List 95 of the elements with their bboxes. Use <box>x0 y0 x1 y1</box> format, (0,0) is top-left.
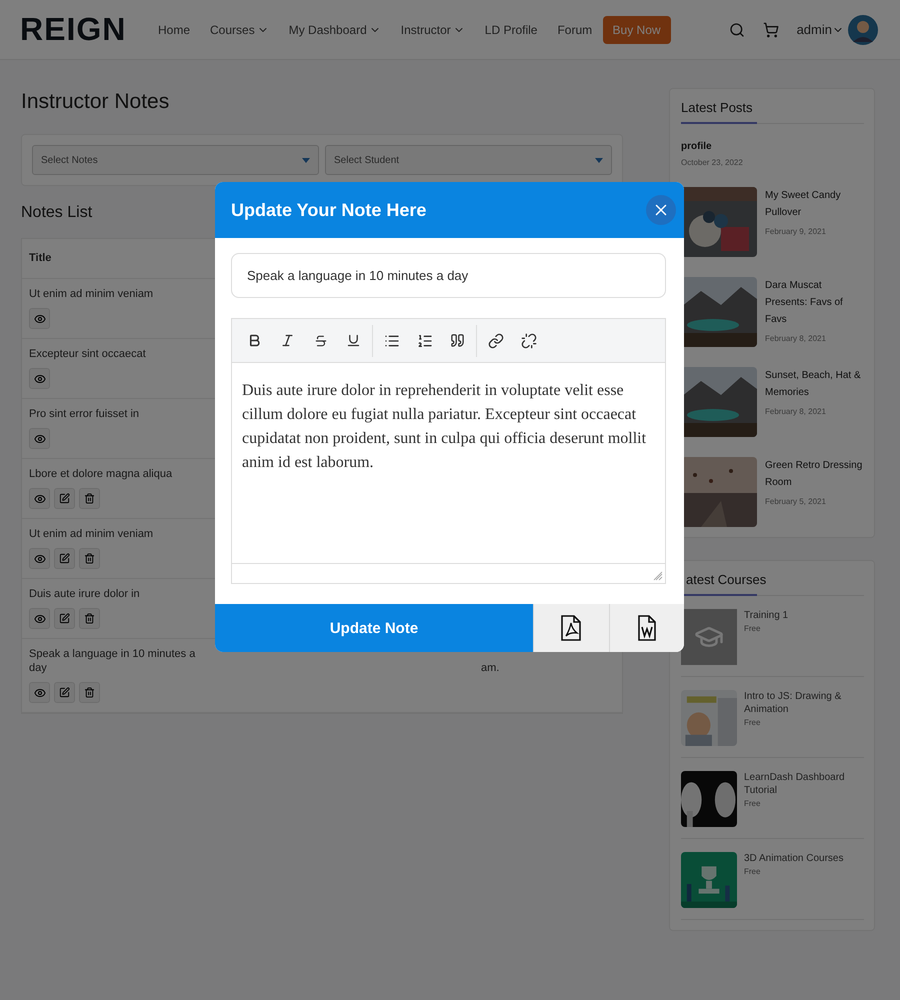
word-button[interactable] <box>608 604 684 652</box>
note-title: Ut enim ad minim veniam <box>29 527 154 541</box>
bold-icon <box>247 333 262 348</box>
pen-icon <box>59 493 70 504</box>
pen-icon <box>59 687 70 698</box>
edit-button[interactable] <box>54 682 75 703</box>
trash-icon <box>84 613 95 624</box>
nav-link[interactable]: Instructor <box>400 22 465 36</box>
trash-icon <box>84 553 95 564</box>
numbered-list-icon <box>416 332 432 348</box>
post-date: February 5, 2021 <box>765 497 827 506</box>
note-title: Lbore et dolore magna aliqua <box>29 467 174 481</box>
note-title: Pro sint error fuisset in <box>29 407 140 421</box>
bullet-list-icon <box>384 332 400 348</box>
modal-title: Update Your Note Here <box>231 200 426 220</box>
eye-icon <box>34 372 46 384</box>
view-button[interactable] <box>29 682 50 703</box>
note-title: Speak a language in 10 minutes a day <box>29 647 196 675</box>
post-date: February 9, 2021 <box>765 227 827 236</box>
broken-link-icon <box>520 332 536 348</box>
view-button[interactable] <box>29 368 50 389</box>
nav-link[interactable]: My Dashboard <box>288 22 381 36</box>
title-input[interactable]: Speak a language in 10 minutes a day <box>231 253 666 298</box>
post-title[interactable]: Green Retro Dressing Room <box>765 457 864 491</box>
eye-icon <box>34 492 46 504</box>
delete-button[interactable] <box>79 682 100 703</box>
post-title[interactable]: profile <box>681 141 864 152</box>
link-icon <box>488 332 504 348</box>
course-title[interactable]: Intro to JS: Drawing & Animation <box>744 690 864 716</box>
italic-icon <box>280 333 295 348</box>
close-button[interactable] <box>646 195 676 225</box>
resize-grip-icon[interactable] <box>653 571 663 581</box>
buy-now-button[interactable]: Buy Now <box>602 16 671 44</box>
post-title[interactable]: Sunset, Beach, Hat & Memories <box>765 367 864 401</box>
search-icon[interactable] <box>728 22 745 38</box>
delete-button[interactable] <box>79 608 100 629</box>
caret-icon <box>595 158 603 162</box>
page-title: Instructor Notes <box>21 90 170 114</box>
nav-link[interactable]: Forum <box>557 22 592 36</box>
course-price: Free <box>744 799 762 808</box>
select-field[interactable]: Select Notes <box>32 145 319 175</box>
quote-icon <box>450 333 465 348</box>
course-title[interactable]: LearnDash Dashboard Tutorial <box>744 771 864 797</box>
note-title: Excepteur sint occaecat <box>29 347 147 361</box>
nav-link[interactable]: Home <box>158 22 190 36</box>
edit-button[interactable] <box>54 608 75 629</box>
update-note-button[interactable]: Update Note <box>215 604 533 652</box>
post-title[interactable]: Dara Muscat Presents: Favs of Favs <box>765 277 864 328</box>
cart-icon[interactable] <box>762 22 779 38</box>
pdf-button[interactable] <box>533 604 608 652</box>
post-date: February 8, 2021 <box>765 407 827 416</box>
select-field[interactable]: Select Student <box>325 145 612 175</box>
post-title[interactable]: My Sweet Candy Pullover <box>765 187 864 221</box>
delete-button[interactable] <box>79 488 100 509</box>
widget-title: atest Courses <box>686 572 766 587</box>
pdf-file-icon <box>560 615 582 641</box>
course-title[interactable]: 3D Animation Courses <box>744 852 844 865</box>
table-cell-text: am. <box>481 661 500 676</box>
nav-link[interactable]: LD Profile <box>484 22 538 36</box>
eye-icon <box>34 686 46 698</box>
delete-button[interactable] <box>79 548 100 569</box>
caret-icon <box>302 158 310 162</box>
view-button[interactable] <box>29 428 50 449</box>
view-button[interactable] <box>29 608 50 629</box>
eye-icon <box>34 552 46 564</box>
pen-icon <box>59 613 70 624</box>
post-date: February 8, 2021 <box>765 334 827 343</box>
course-price: Free <box>744 718 762 727</box>
edit-button[interactable] <box>54 488 75 509</box>
edit-button[interactable] <box>54 548 75 569</box>
trash-icon <box>84 493 95 504</box>
strikethrough-icon <box>314 334 328 348</box>
underline-icon <box>346 333 361 348</box>
pen-icon <box>59 553 70 564</box>
section-title: Notes List <box>21 204 92 222</box>
eye-icon <box>34 432 46 444</box>
word-file-icon <box>636 615 657 641</box>
avatar[interactable] <box>848 14 878 44</box>
post-date: October 23, 2022 <box>681 158 744 167</box>
view-button[interactable] <box>29 488 50 509</box>
logo[interactable]: REIGN <box>20 11 158 48</box>
view-button[interactable] <box>29 308 50 329</box>
nav-link[interactable]: Courses <box>210 22 269 36</box>
course-title[interactable]: Training 1 <box>744 609 788 622</box>
eye-icon <box>34 612 46 624</box>
course-price: Free <box>744 624 762 633</box>
widget-title: Latest Posts <box>681 100 753 115</box>
note-title: Ut enim ad minim veniam <box>29 287 154 301</box>
eye-icon <box>34 312 46 324</box>
user-menu[interactable]: admin <box>796 22 832 37</box>
note-title: Duis aute irure dolor in <box>29 587 141 601</box>
view-button[interactable] <box>29 548 50 569</box>
column-header: Title <box>29 251 52 266</box>
trash-icon <box>84 687 95 698</box>
course-price: Free <box>744 867 762 876</box>
